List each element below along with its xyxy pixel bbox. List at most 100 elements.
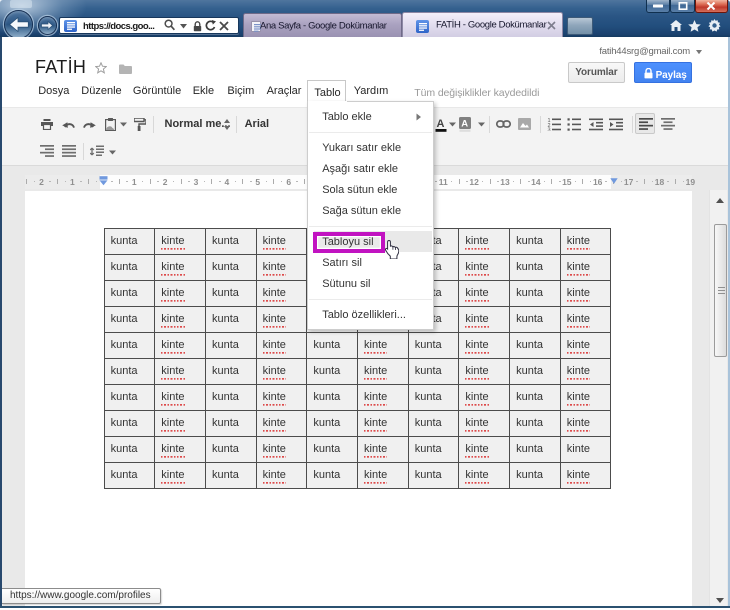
table-cell[interactable]: kunta [103, 409, 156, 437]
indent-icon[interactable] [608, 118, 623, 131]
table-cell[interactable]: kinte [255, 383, 308, 411]
table-cell[interactable]: kunta [509, 331, 561, 359]
table-cell[interactable]: kunta [204, 227, 257, 255]
table-cell[interactable]: kinte [255, 279, 308, 307]
table-cell[interactable]: kinte [458, 409, 511, 437]
table-cell[interactable]: kunta [306, 357, 359, 385]
table-cell[interactable]: kunta [407, 435, 460, 463]
table-cell[interactable]: kinte [559, 409, 612, 437]
tab-close-icon[interactable] [547, 21, 556, 30]
table-cell[interactable]: kunta [204, 409, 257, 437]
table-cell[interactable]: kunta [204, 357, 257, 385]
table-cell[interactable]: kinte [357, 357, 409, 385]
align-left-icon[interactable] [639, 118, 653, 131]
table-cell[interactable]: kunta [204, 435, 257, 463]
star-outline-icon[interactable] [94, 62, 107, 74]
table-cell[interactable]: kinte [559, 279, 612, 307]
table-cell[interactable]: kinte [559, 253, 612, 281]
text-color-icon[interactable]: A [435, 117, 447, 132]
align-center-icon[interactable] [660, 117, 675, 130]
right-indent-marker[interactable] [609, 177, 618, 184]
table-cell[interactable]: kinte [357, 435, 409, 463]
table-cell[interactable]: kunta [509, 357, 561, 385]
align-right-icon[interactable] [40, 145, 54, 158]
dropdown-arrow-icon[interactable] [478, 122, 485, 127]
line-spacing-icon[interactable] [90, 145, 104, 158]
table-cell[interactable]: kinte [154, 409, 206, 437]
table-cell[interactable]: kinte [255, 227, 308, 255]
menu-araçlar[interactable]: Araçlar [267, 85, 302, 97]
table-cell[interactable]: kinte [154, 383, 206, 411]
table-cell[interactable]: kinte [357, 461, 409, 489]
table-cell[interactable]: kinte [357, 409, 409, 437]
table-cell[interactable]: kunta [509, 253, 561, 281]
table-cell[interactable]: kinte [458, 227, 511, 255]
menu-dosya[interactable]: Dosya [38, 85, 69, 97]
scroll-up-button[interactable] [710, 190, 727, 206]
table-cell[interactable]: kunta [103, 435, 156, 463]
table-cell[interactable]: kunta [407, 383, 460, 411]
table-cell[interactable]: kinte [154, 305, 206, 333]
align-justify-icon[interactable] [61, 145, 76, 158]
table-cell[interactable]: kinte [559, 305, 612, 333]
table-cell[interactable]: kunta [103, 331, 156, 359]
table-cell[interactable]: kunta [407, 357, 460, 385]
table-cell[interactable]: kinte [559, 435, 612, 463]
menu-item-sat-r-sil[interactable]: Satırı sil [309, 252, 431, 273]
refresh-icon[interactable] [205, 20, 216, 34]
table-cell[interactable]: kinte [357, 331, 409, 359]
menu-tablo-open[interactable]: Tablo [314, 87, 340, 99]
table-cell[interactable]: kinte [255, 435, 308, 463]
table-cell[interactable]: kunta [103, 461, 156, 489]
table-cell[interactable]: kinte [154, 227, 206, 255]
menu-item-tablo-ekle[interactable]: Tablo ekle [309, 106, 431, 127]
menu-yardım[interactable]: Yardım [354, 85, 389, 97]
window-close-button[interactable] [695, 0, 728, 13]
table-cell[interactable]: kinte [458, 435, 511, 463]
table-cell[interactable]: kunta [103, 253, 156, 281]
outdent-icon[interactable] [588, 118, 603, 131]
menu-item-yukar-sat-r-ekle[interactable]: Yukarı satır ekle [309, 137, 431, 158]
table-cell[interactable]: kinte [458, 279, 511, 307]
table-cell[interactable]: kunta [204, 383, 257, 411]
folder-icon[interactable] [118, 64, 132, 74]
table-cell[interactable]: kunta [103, 383, 156, 411]
font-dropdown[interactable]: Arial [245, 118, 269, 130]
table-cell[interactable]: kunta [509, 383, 561, 411]
tab-title[interactable]: Ana Sayfa - Google Dokümanlar [260, 20, 387, 31]
table-cell[interactable]: kunta [306, 461, 359, 489]
document-title[interactable]: FATİH [35, 57, 86, 78]
table-cell[interactable]: kunta [407, 331, 460, 359]
numbered-list-icon[interactable]: 123 [547, 118, 561, 131]
menu-düzenle[interactable]: Düzenle [81, 85, 121, 97]
menu-item-sola-s-tun-ekle[interactable]: Sola sütun ekle [309, 179, 431, 200]
table-cell[interactable]: kunta [509, 305, 561, 333]
table-cell[interactable]: kunta [103, 227, 156, 255]
search-icon[interactable] [164, 19, 175, 33]
table-cell[interactable]: kinte [154, 461, 206, 489]
table-cell[interactable]: kinte [255, 305, 308, 333]
table-cell[interactable]: kunta [204, 461, 257, 489]
paste-clipboard-icon[interactable] [104, 118, 116, 131]
table-cell[interactable]: kunta [306, 331, 359, 359]
table-cell[interactable]: kinte [154, 331, 206, 359]
table-cell[interactable]: kinte [255, 461, 308, 489]
table-cell[interactable]: kinte [559, 383, 612, 411]
table-cell[interactable]: kinte [458, 253, 511, 281]
table-cell[interactable]: kinte [458, 383, 511, 411]
home-icon[interactable] [670, 20, 682, 31]
dropdown-arrow-icon[interactable] [448, 122, 456, 127]
table-cell[interactable]: kunta [204, 279, 257, 307]
table-cell[interactable]: kunta [306, 383, 359, 411]
insert-link-icon[interactable] [496, 120, 512, 128]
new-tab-button[interactable] [567, 17, 593, 35]
menu-görüntüle[interactable]: Görüntüle [133, 85, 181, 97]
account-email[interactable]: fatih44srg@gmail.com [599, 46, 690, 57]
table-cell[interactable]: kunta [204, 253, 257, 281]
menu-item-tablo-zellikleri-[interactable]: Tablo özellikleri... [309, 304, 431, 325]
table-cell[interactable]: kunta [509, 409, 561, 437]
favorites-star-icon[interactable] [688, 20, 701, 32]
updown-arrow-icon[interactable] [223, 118, 230, 130]
print-icon[interactable] [41, 119, 53, 130]
table-cell[interactable]: kunta [306, 409, 359, 437]
